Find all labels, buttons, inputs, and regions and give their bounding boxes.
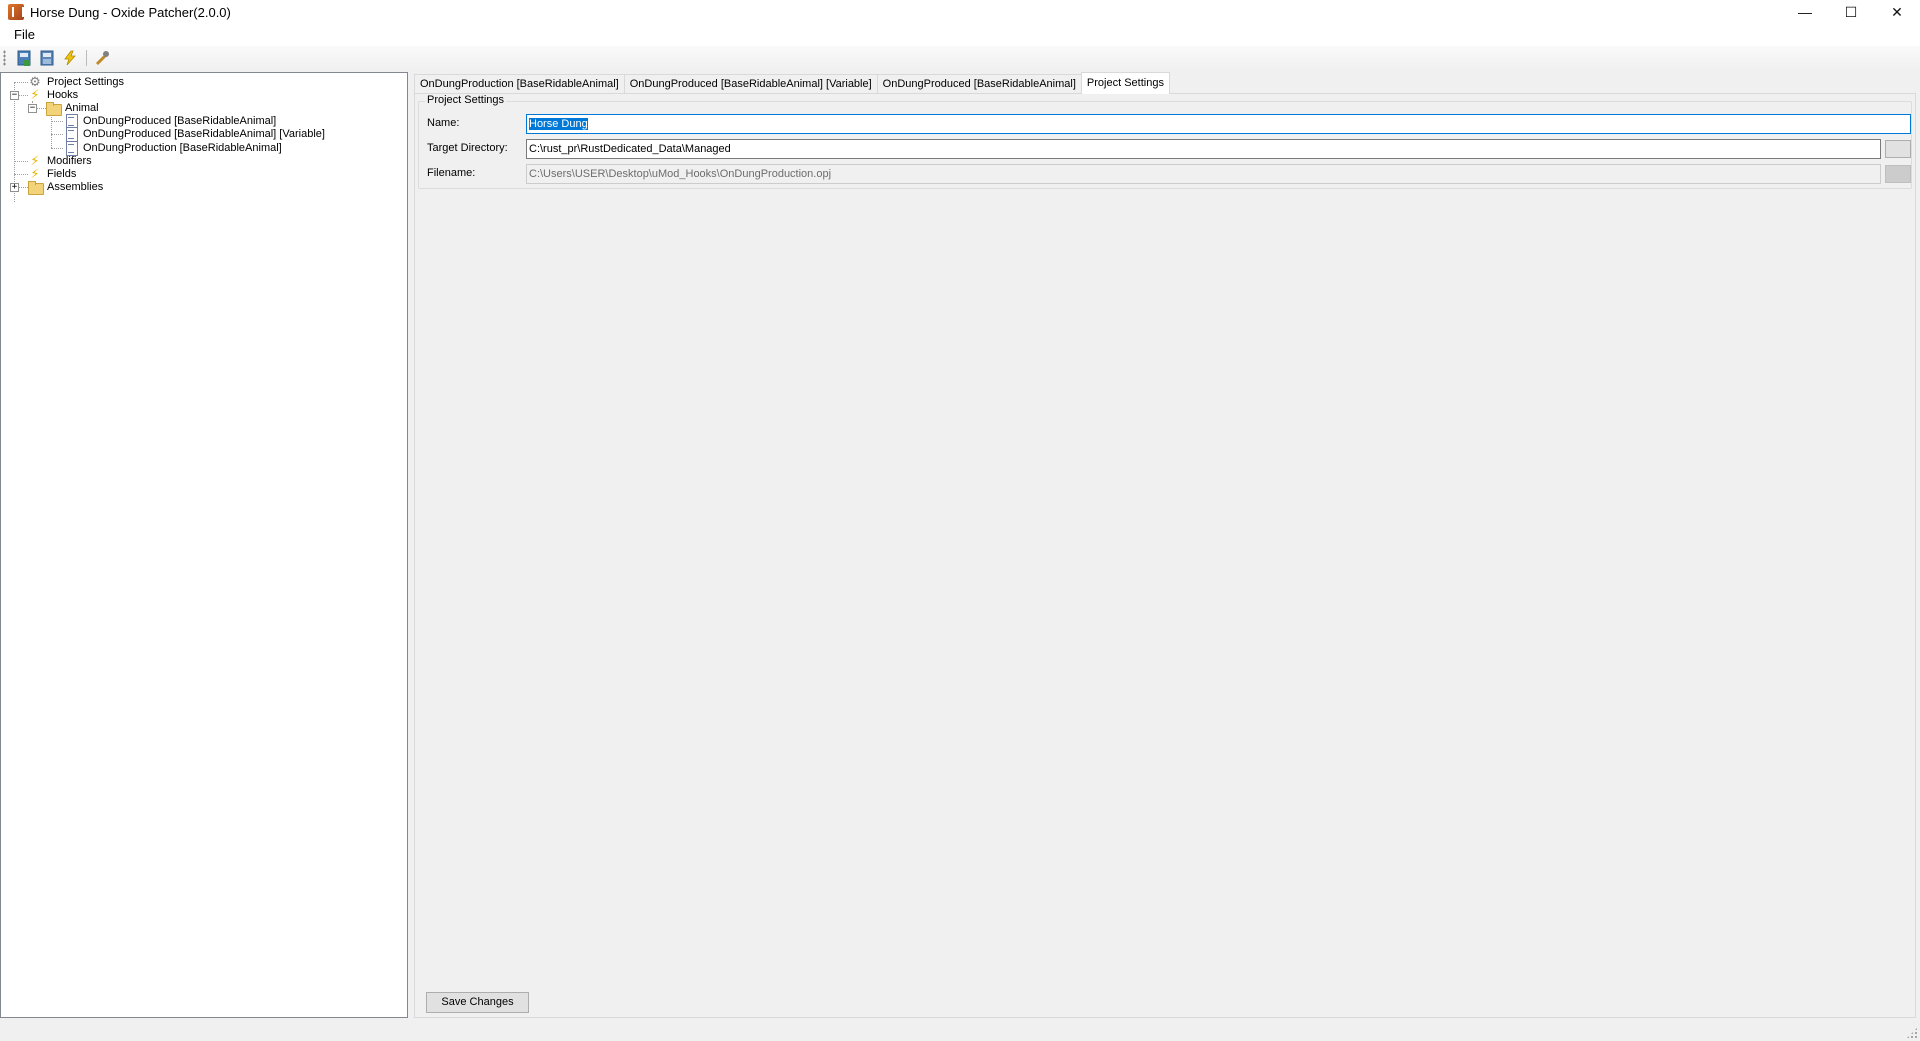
tab-strip: OnDungProduction [BaseRidableAnimal] OnD… xyxy=(414,72,1170,94)
tree-guide-line xyxy=(51,114,52,148)
project-settings-group: Project Settings Name: Horse Dung Target… xyxy=(418,94,1912,189)
project-settings-page: Project Settings Name: Horse Dung Target… xyxy=(414,93,1916,1018)
folder-icon xyxy=(45,100,62,116)
toolbar xyxy=(0,46,1920,70)
maximize-button[interactable]: ☐ xyxy=(1828,0,1874,24)
tree-guide-line xyxy=(51,148,63,149)
name-field[interactable]: Horse Dung xyxy=(526,114,1911,134)
tree-guide-line xyxy=(51,121,63,122)
group-title: Project Settings xyxy=(425,94,507,106)
filename-browse-button xyxy=(1885,165,1911,183)
toolbar-separator xyxy=(86,50,87,66)
tree-item-assemblies[interactable]: Assemblies xyxy=(27,179,105,195)
patch-icon[interactable] xyxy=(60,48,80,68)
save-changes-button[interactable]: Save Changes xyxy=(426,992,529,1013)
tree-item-hook[interactable]: OnDungProduction [BaseRidableAnimal] xyxy=(63,140,284,156)
title-bar: Horse Dung - Oxide Patcher(2.0.0) — ☐ ✕ xyxy=(0,0,1920,24)
name-label: Name: xyxy=(427,117,460,129)
target-directory-label: Target Directory: xyxy=(427,142,508,154)
lightning-bolt-icon: ⚡ xyxy=(30,87,40,102)
tree-guide-line xyxy=(51,134,63,135)
toolbar-grip[interactable] xyxy=(3,50,6,66)
window-title: Horse Dung - Oxide Patcher(2.0.0) xyxy=(30,4,231,20)
editor-area: OnDungProduction [BaseRidableAnimal] OnD… xyxy=(414,72,1916,1018)
tab-project-settings[interactable]: Project Settings xyxy=(1080,72,1170,94)
assemblies-expand-toggle[interactable]: + xyxy=(10,183,19,192)
tree-guide-line xyxy=(14,161,28,162)
menu-bar: File xyxy=(0,24,1920,46)
target-directory-browse-button[interactable] xyxy=(1885,140,1911,158)
tree-guide-line xyxy=(14,174,28,175)
new-project-icon[interactable] xyxy=(14,48,34,68)
close-button[interactable]: ✕ xyxy=(1874,0,1920,24)
folder-icon xyxy=(27,179,44,195)
hooks-collapse-toggle[interactable]: − xyxy=(10,91,19,100)
tab-ondungproduction[interactable]: OnDungProduction [BaseRidableAnimal] xyxy=(414,74,625,94)
minimize-button[interactable]: — xyxy=(1782,0,1828,24)
target-directory-field[interactable]: C:\rust_pr\RustDedicated_Data\Managed xyxy=(526,139,1881,159)
project-tree[interactable]: − − + ⚙ Project Settings ⚡ Hooks Animal … xyxy=(0,72,408,1018)
resize-grip[interactable] xyxy=(1906,1027,1918,1039)
animal-collapse-toggle[interactable]: − xyxy=(28,104,37,113)
filename-label: Filename: xyxy=(427,167,476,179)
menu-file[interactable]: File xyxy=(7,25,42,45)
filename-field: C:\Users\USER\Desktop\uMod_Hooks\OnDungP… xyxy=(526,164,1881,184)
app-icon xyxy=(8,4,24,20)
tab-ondungproduced-variable[interactable]: OnDungProduced [BaseRidableAnimal] [Vari… xyxy=(623,74,878,94)
tree-guide-line xyxy=(14,82,28,83)
name-value: Horse Dung xyxy=(529,118,588,130)
window-controls: — ☐ ✕ xyxy=(1782,0,1920,24)
open-project-icon[interactable] xyxy=(37,48,57,68)
tab-ondungproduced[interactable]: OnDungProduced [BaseRidableAnimal] xyxy=(876,74,1082,94)
status-bar xyxy=(0,1019,1920,1041)
settings-wrench-icon[interactable] xyxy=(92,48,112,68)
